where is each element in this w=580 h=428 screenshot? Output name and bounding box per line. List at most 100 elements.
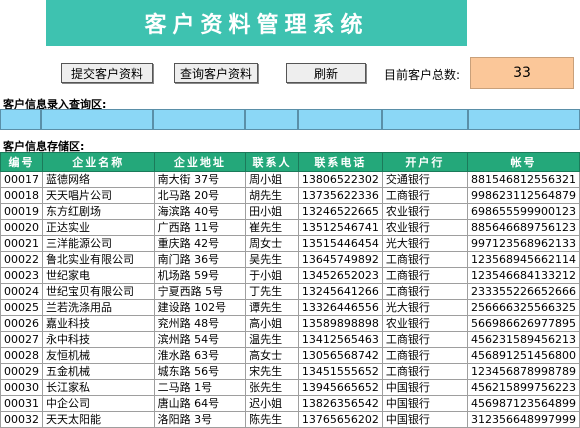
cell-address[interactable]: 重庆路 42号 — [153, 235, 247, 252]
cell-company[interactable]: 天天太阳能 — [42, 411, 155, 428]
cell-id[interactable]: 00030 — [0, 379, 43, 396]
cell-phone[interactable]: 13245641266 — [297, 283, 383, 300]
cell-id[interactable]: 00027 — [0, 331, 43, 348]
cell-id[interactable]: 00023 — [0, 267, 43, 284]
table-row[interactable]: 00020 正达实业 广西路 11号 崔先生 13512546741 农业银行 885646… — [0, 219, 580, 236]
cell-bank[interactable]: 光大银行 — [381, 299, 468, 316]
entry-cell-address[interactable] — [153, 109, 245, 130]
cell-bank[interactable]: 农业银行 — [381, 203, 468, 220]
cell-account[interactable]: 566986626977895 — [466, 315, 580, 332]
cell-bank[interactable]: 工商银行 — [381, 347, 468, 364]
table-row[interactable]: 00024 世纪宝贝有限公司 宁夏西路 5号 丁先生 13245641266 工商银行 23… — [0, 283, 580, 300]
cell-bank[interactable]: 中国银行 — [381, 379, 468, 396]
cell-account[interactable]: 456891251456800 — [466, 347, 580, 364]
cell-address[interactable]: 洛阳路 3号 — [153, 411, 247, 428]
cell-company[interactable]: 东方红剧场 — [42, 203, 155, 220]
cell-bank[interactable]: 工商银行 — [381, 283, 468, 300]
query-customer-button[interactable]: 查询客户资料 — [174, 63, 258, 83]
cell-address[interactable]: 南门路 36号 — [153, 251, 247, 268]
cell-bank[interactable]: 工商银行 — [381, 187, 468, 204]
table-row[interactable]: 00018 天天唱片公司 北马路 20号 胡先生 13735622336 工商银行 9986… — [0, 187, 580, 204]
cell-company[interactable]: 正达实业 — [42, 219, 155, 236]
cell-company[interactable]: 世纪宝贝有限公司 — [42, 283, 155, 300]
cell-id[interactable]: 00019 — [0, 203, 43, 220]
cell-address[interactable]: 二马路 1号 — [153, 379, 247, 396]
cell-phone[interactable]: 13326446556 — [297, 299, 383, 316]
cell-company[interactable]: 鲁北实业有限公司 — [42, 251, 155, 268]
cell-id[interactable]: 00022 — [0, 251, 43, 268]
cell-id[interactable]: 00021 — [0, 235, 43, 252]
cell-contact[interactable]: 田小姐 — [245, 203, 299, 220]
cell-phone[interactable]: 13765656202 — [297, 411, 383, 428]
cell-contact[interactable]: 吴先生 — [245, 251, 299, 268]
cell-contact[interactable]: 迟小姐 — [245, 395, 299, 412]
cell-contact[interactable]: 崔先生 — [245, 219, 299, 236]
cell-account[interactable]: 885646689756123 — [466, 219, 580, 236]
cell-phone[interactable]: 13512546741 — [297, 219, 383, 236]
cell-address[interactable]: 宁夏西路 5号 — [153, 283, 247, 300]
table-row[interactable]: 00022 鲁北实业有限公司 南门路 36号 吴先生 13645749892 工商银行 12… — [0, 251, 580, 268]
cell-bank[interactable]: 工商银行 — [381, 363, 468, 380]
cell-phone[interactable]: 13645749892 — [297, 251, 383, 268]
table-row[interactable]: 00028 友恒机械 淮水路 63号 高女士 13056568742 工商银行 456891… — [0, 347, 580, 364]
cell-id[interactable]: 00032 — [0, 411, 43, 428]
cell-address[interactable]: 淮水路 63号 — [153, 347, 247, 364]
cell-id[interactable]: 00018 — [0, 187, 43, 204]
table-row[interactable]: 00017 蓝德网络 南大街 37号 周小姐 13806522302 交通银行 881546… — [0, 171, 580, 188]
cell-account[interactable]: 456215899756223 — [466, 379, 580, 396]
cell-contact[interactable]: 胡先生 — [245, 187, 299, 204]
cell-contact[interactable]: 周小姐 — [245, 171, 299, 188]
table-row[interactable]: 00029 五金机械 城东路 56号 宋先生 13451555652 工商银行 123456… — [0, 363, 580, 380]
cell-contact[interactable]: 张先生 — [245, 379, 299, 396]
refresh-button[interactable]: 刷新 — [286, 63, 366, 83]
cell-address[interactable]: 兖州路 48号 — [153, 315, 247, 332]
cell-company[interactable]: 五金机械 — [42, 363, 155, 380]
cell-address[interactable]: 广西路 11号 — [153, 219, 247, 236]
cell-company[interactable]: 蓝德网络 — [42, 171, 155, 188]
cell-company[interactable]: 天天唱片公司 — [42, 187, 155, 204]
cell-phone[interactable]: 13735622336 — [297, 187, 383, 204]
cell-bank[interactable]: 农业银行 — [381, 219, 468, 236]
cell-account[interactable]: 997123568962133 — [466, 235, 580, 252]
cell-bank[interactable]: 农业银行 — [381, 315, 468, 332]
cell-company[interactable]: 世纪家电 — [42, 267, 155, 284]
cell-company[interactable]: 兰若洗涤用品 — [42, 299, 155, 316]
cell-phone[interactable]: 13826356542 — [297, 395, 383, 412]
cell-id[interactable]: 00026 — [0, 315, 43, 332]
table-row[interactable]: 00023 世纪家电 机场路 59号 于小姐 13452652023 工商银行 123546… — [0, 267, 580, 284]
cell-bank[interactable]: 工商银行 — [381, 251, 468, 268]
cell-account[interactable]: 256666325566325 — [466, 299, 580, 316]
cell-address[interactable]: 滨州路 54号 — [153, 331, 247, 348]
cell-phone[interactable]: 13246522665 — [297, 203, 383, 220]
cell-address[interactable]: 建设路 102号 — [153, 299, 247, 316]
table-row[interactable]: 00026 嘉业科技 兖州路 48号 高小姐 13589898898 农业银行 566986… — [0, 315, 580, 332]
cell-account[interactable]: 456231589456213 — [466, 331, 580, 348]
cell-contact[interactable]: 丁先生 — [245, 283, 299, 300]
table-row[interactable]: 00031 中企公司 唐山路 64号 迟小姐 13826356542 中国银行 456987… — [0, 395, 580, 412]
cell-company[interactable]: 永中科技 — [42, 331, 155, 348]
cell-phone[interactable]: 13589898898 — [297, 315, 383, 332]
table-row[interactable]: 00025 兰若洗涤用品 建设路 102号 谭先生 13326446556 光大银行 256… — [0, 299, 580, 316]
cell-account[interactable]: 233355226652666 — [466, 283, 580, 300]
cell-id[interactable]: 00028 — [0, 347, 43, 364]
cell-company[interactable]: 三洋能源公司 — [42, 235, 155, 252]
cell-phone[interactable]: 13451555652 — [297, 363, 383, 380]
cell-id[interactable]: 00024 — [0, 283, 43, 300]
cell-phone[interactable]: 13412565463 — [297, 331, 383, 348]
cell-address[interactable]: 北马路 20号 — [153, 187, 247, 204]
entry-cell-bank[interactable] — [382, 109, 468, 130]
cell-id[interactable]: 00029 — [0, 363, 43, 380]
cell-phone[interactable]: 13945665652 — [297, 379, 383, 396]
cell-contact[interactable]: 温先生 — [245, 331, 299, 348]
cell-id[interactable]: 00031 — [0, 395, 43, 412]
cell-phone[interactable]: 13806522302 — [297, 171, 383, 188]
cell-phone[interactable]: 13056568742 — [297, 347, 383, 364]
cell-company[interactable]: 嘉业科技 — [42, 315, 155, 332]
cell-id[interactable]: 00020 — [0, 219, 43, 236]
cell-contact[interactable]: 高小姐 — [245, 315, 299, 332]
cell-account[interactable]: 998623112564879 — [466, 187, 580, 204]
table-row[interactable]: 00032 天天太阳能 洛阳路 3号 陈先生 13765656202 中国银行 312356… — [0, 411, 580, 428]
cell-address[interactable]: 南大街 37号 — [153, 171, 247, 188]
entry-cell-account[interactable] — [468, 109, 580, 130]
table-row[interactable]: 00019 东方红剧场 海滨路 40号 田小姐 13246522665 农业银行 69865… — [0, 203, 580, 220]
